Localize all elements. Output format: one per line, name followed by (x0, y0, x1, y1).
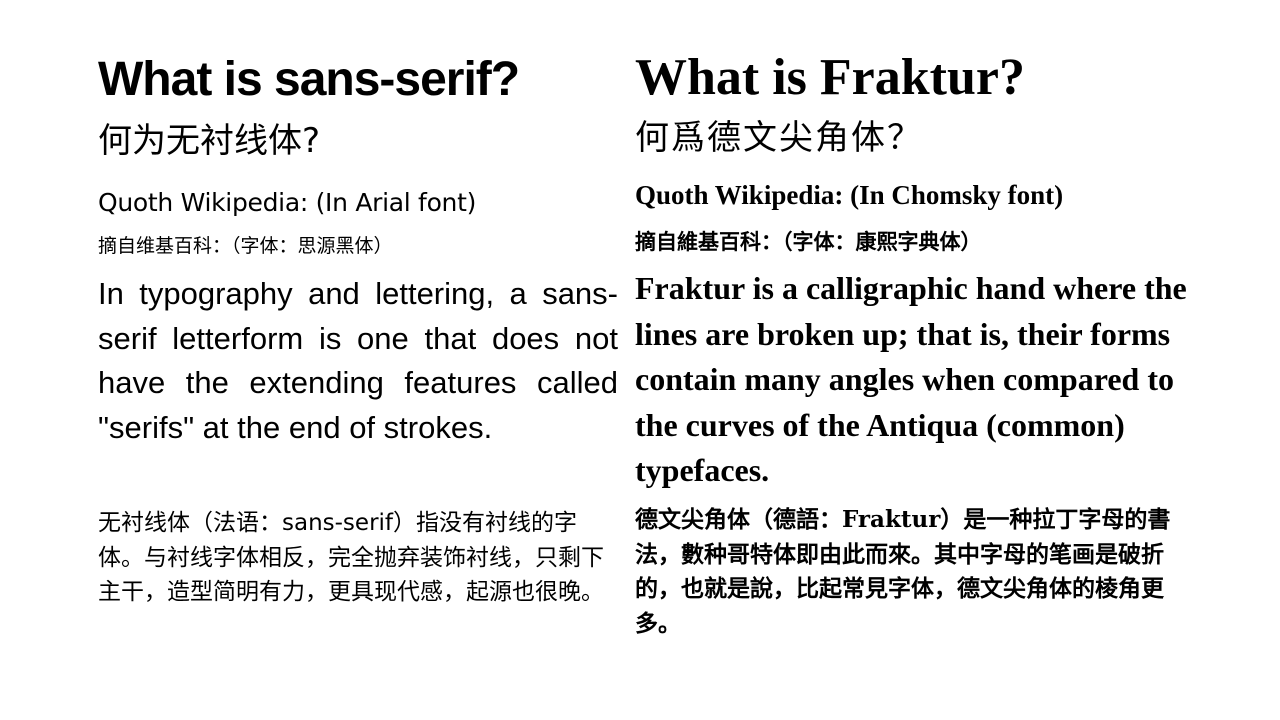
fraktur-definition-chinese: 德文尖角体（德語：Fraktur）是一种拉丁字母的書法，數种哥特体即由此而來。其… (635, 506, 1171, 637)
fraktur-source-note-chinese: 摘自維基百科：（字体：康熙字典体） (635, 229, 982, 254)
fraktur-definition: Fraktur is a calligraphic hand where the… (635, 270, 1187, 488)
fraktur-source-note: Quoth Wikipedia: (In Chomsky font) (635, 180, 1064, 210)
fraktur-title: What is Fraktur? (635, 49, 1025, 106)
sans-serif-definition-chinese: 无衬线体（法语：sans-serif）指没有衬线的字体。与衬线字体相反，完全抛弃… (98, 510, 604, 605)
sans-serif-source-note: Quoth Wikipedia: (In Arial font) (98, 188, 477, 217)
sans-serif-source-note-chinese: 摘自维基百科：（字体：思源黑体） (98, 235, 393, 257)
fraktur-title-chinese: 何爲德文尖角体？ (635, 118, 923, 158)
sans-serif-title: What is sans-serif? (98, 53, 520, 106)
sans-serif-definition: In typography and lettering, a sans-seri… (98, 276, 618, 445)
sans-serif-title-chinese: 何为无衬线体? (98, 121, 321, 161)
